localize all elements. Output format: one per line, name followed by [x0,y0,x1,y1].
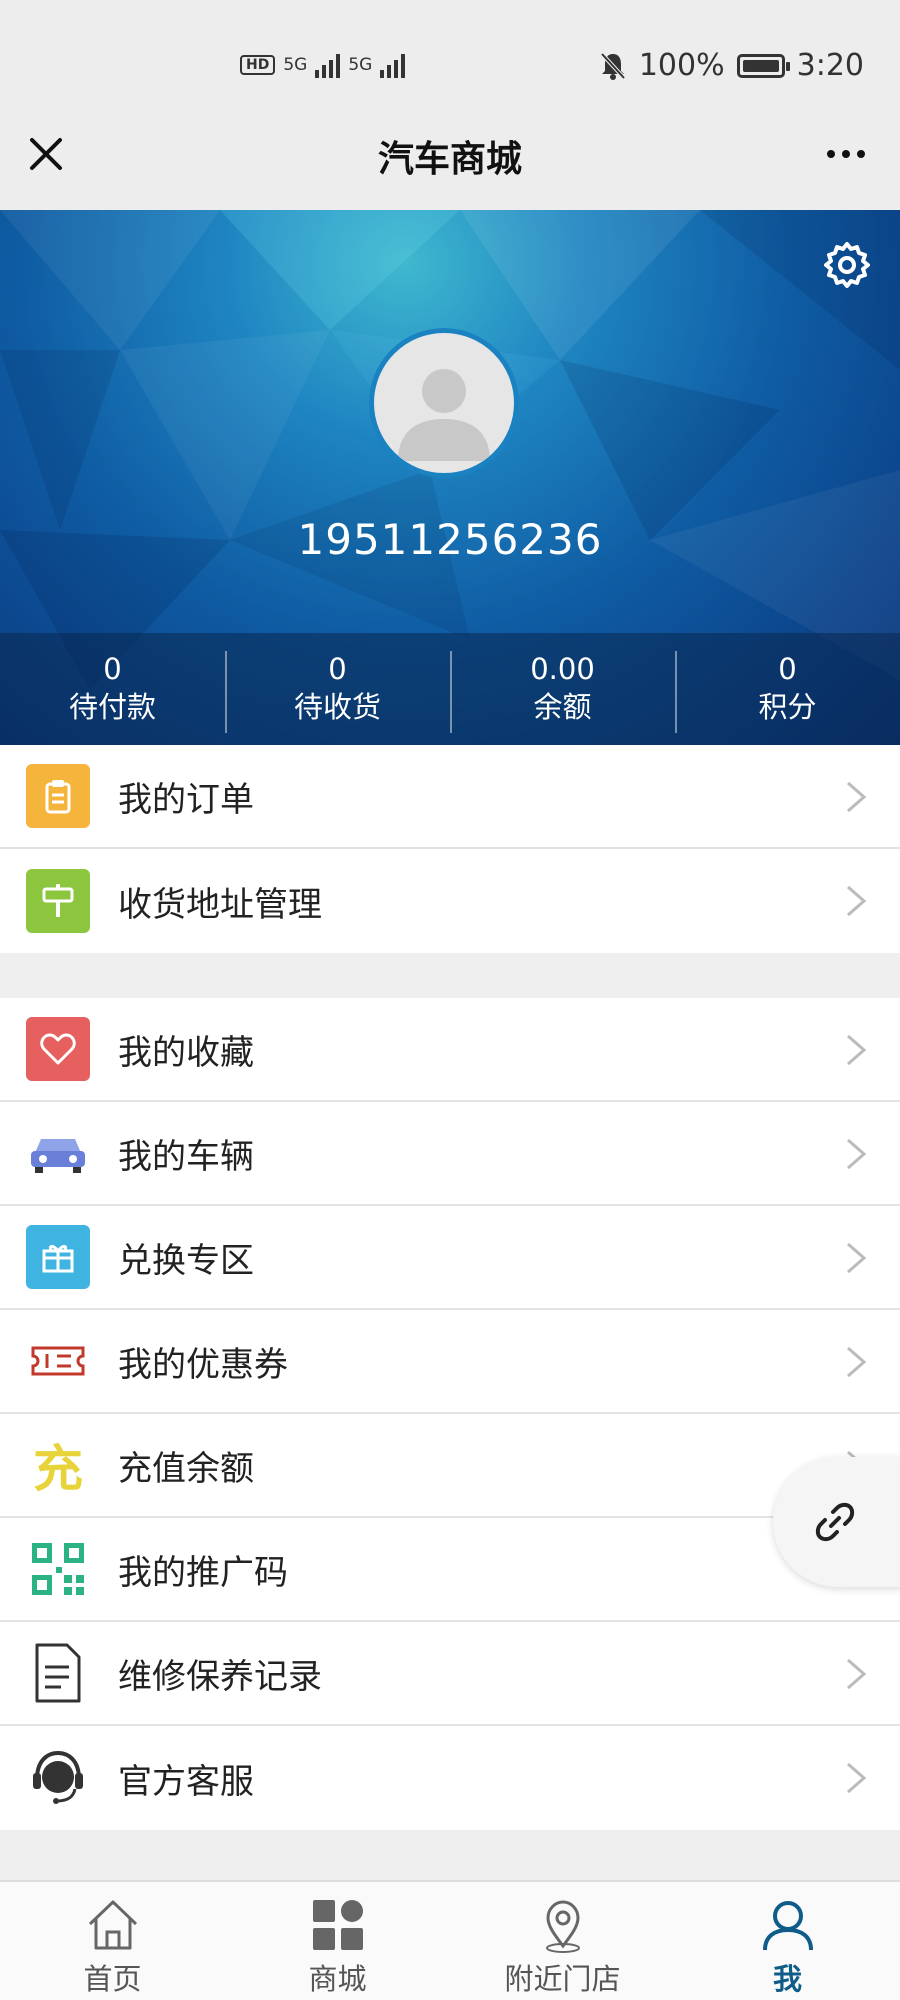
battery-icon [736,53,790,78]
stat-points[interactable]: 0 积分 [675,633,900,745]
settings-gear-icon[interactable] [822,240,872,290]
floating-link-button[interactable] [773,1457,900,1587]
chevron-right-icon [847,1242,867,1274]
chevron-right-icon [847,1658,867,1690]
gift-icon [26,1225,90,1289]
menu-item-label: 官方客服 [118,1761,254,1802]
user-icon [762,1901,813,1951]
nav-bar: 汽车商城 [0,100,900,210]
menu-item-maintenance[interactable]: 维修保养记录 [0,1622,900,1726]
menu-item-label: 充值余额 [118,1448,254,1489]
home-icon [88,1900,137,1950]
stat-label: 积分 [758,690,817,724]
more-icon[interactable] [818,130,874,178]
menu-item-label: 我的收藏 [118,1032,254,1073]
menu-item-favorites[interactable]: 我的收藏 [0,998,900,1102]
tab-home[interactable]: 首页 [0,1882,225,2000]
menu-item-address[interactable]: 收货地址管理 [0,849,900,953]
menu-item-recharge[interactable]: 充 充值余额 [0,1414,900,1518]
menu-item-my-orders[interactable]: 我的订单 [0,745,900,849]
signpost-icon [26,869,90,933]
mute-bell-icon [600,52,626,80]
stat-label: 待付款 [68,690,156,724]
qrcode-icon [26,1537,90,1601]
tab-label: 我 [772,1962,802,1996]
stat-pending-receipt[interactable]: 0 待收货 [225,633,450,745]
signal-icon-2 [380,52,406,78]
signal-icon [315,52,341,78]
menu-item-label: 收货地址管理 [118,884,322,925]
stat-value: 0 [778,652,797,686]
status-left: HD 5G 5G [240,52,406,78]
menu-item-label: 我的车辆 [118,1136,254,1177]
chevron-right-icon [847,1034,867,1066]
grid-icon [312,1900,363,1950]
menu-item-label: 我的优惠券 [118,1344,288,1385]
menu-item-label: 兑换专区 [118,1240,254,1281]
stat-value: 0 [328,652,347,686]
network-label-2: 5G [348,55,373,75]
menu-item-label: 我的订单 [118,779,254,820]
tab-label: 商城 [308,1962,367,1996]
car-icon [26,1121,90,1185]
link-icon [815,1502,855,1542]
menu-item-exchange[interactable]: 兑换专区 [0,1206,900,1310]
menu-group-services: 我的收藏 我的车辆 兑换专区 我的优惠券 充 充值余额 我的推广码 维修保养记录… [0,998,900,1830]
menu-item-label: 我的推广码 [118,1552,288,1593]
stat-pending-payment[interactable]: 0 待付款 [0,633,225,745]
stat-value: 0 [103,652,122,686]
recharge-icon: 充 [26,1433,90,1498]
avatar[interactable] [369,328,519,478]
battery-percent: 100% [638,48,725,83]
menu-item-promo-code[interactable]: 我的推广码 [0,1518,900,1622]
document-icon [26,1641,90,1705]
tab-mall[interactable]: 商城 [225,1882,450,2000]
tab-me[interactable]: 我 [675,1882,900,2000]
menu-group-orders: 我的订单 收货地址管理 [0,745,900,953]
network-label-1: 5G [283,55,308,75]
chevron-right-icon [847,1138,867,1170]
chevron-right-icon [847,781,867,813]
chevron-right-icon [847,1762,867,1794]
coupon-icon [26,1329,90,1393]
stat-label: 待收货 [293,690,381,724]
menu-item-coupons[interactable]: 我的优惠券 [0,1310,900,1414]
location-icon [545,1900,580,1953]
stat-value: 0.00 [530,652,595,686]
menu-item-my-vehicles[interactable]: 我的车辆 [0,1102,900,1206]
stat-label: 余额 [533,690,592,724]
menu-item-label: 维修保养记录 [118,1656,322,1697]
page-title: 汽车商城 [377,139,522,180]
profile-banner: 19511256236 0 待付款 0 待收货 0.00 余额 0 积分 [0,210,900,745]
user-phone: 19511256236 [297,515,603,564]
headset-icon [26,1746,90,1810]
status-right: 100% 3:20 [599,48,864,83]
recharge-glyph: 充 [33,1440,83,1498]
heart-icon [26,1017,90,1081]
clock: 3:20 [796,48,864,83]
chevron-right-icon [847,885,867,917]
stat-balance[interactable]: 0.00 余额 [450,633,675,745]
tab-label: 附近门店 [504,1962,621,1996]
menu-item-customer-service[interactable]: 官方客服 [0,1726,900,1830]
clipboard-icon [26,764,90,828]
tab-label: 首页 [83,1962,142,1996]
hd-badge: HD [240,55,276,75]
bottom-tab-bar: 首页 商城 附近门店 我 [0,1880,900,2000]
chevron-right-icon [847,1346,867,1378]
tab-nearby-stores[interactable]: 附近门店 [450,1882,675,2000]
stats-bar: 0 待付款 0 待收货 0.00 余额 0 积分 [0,633,900,745]
